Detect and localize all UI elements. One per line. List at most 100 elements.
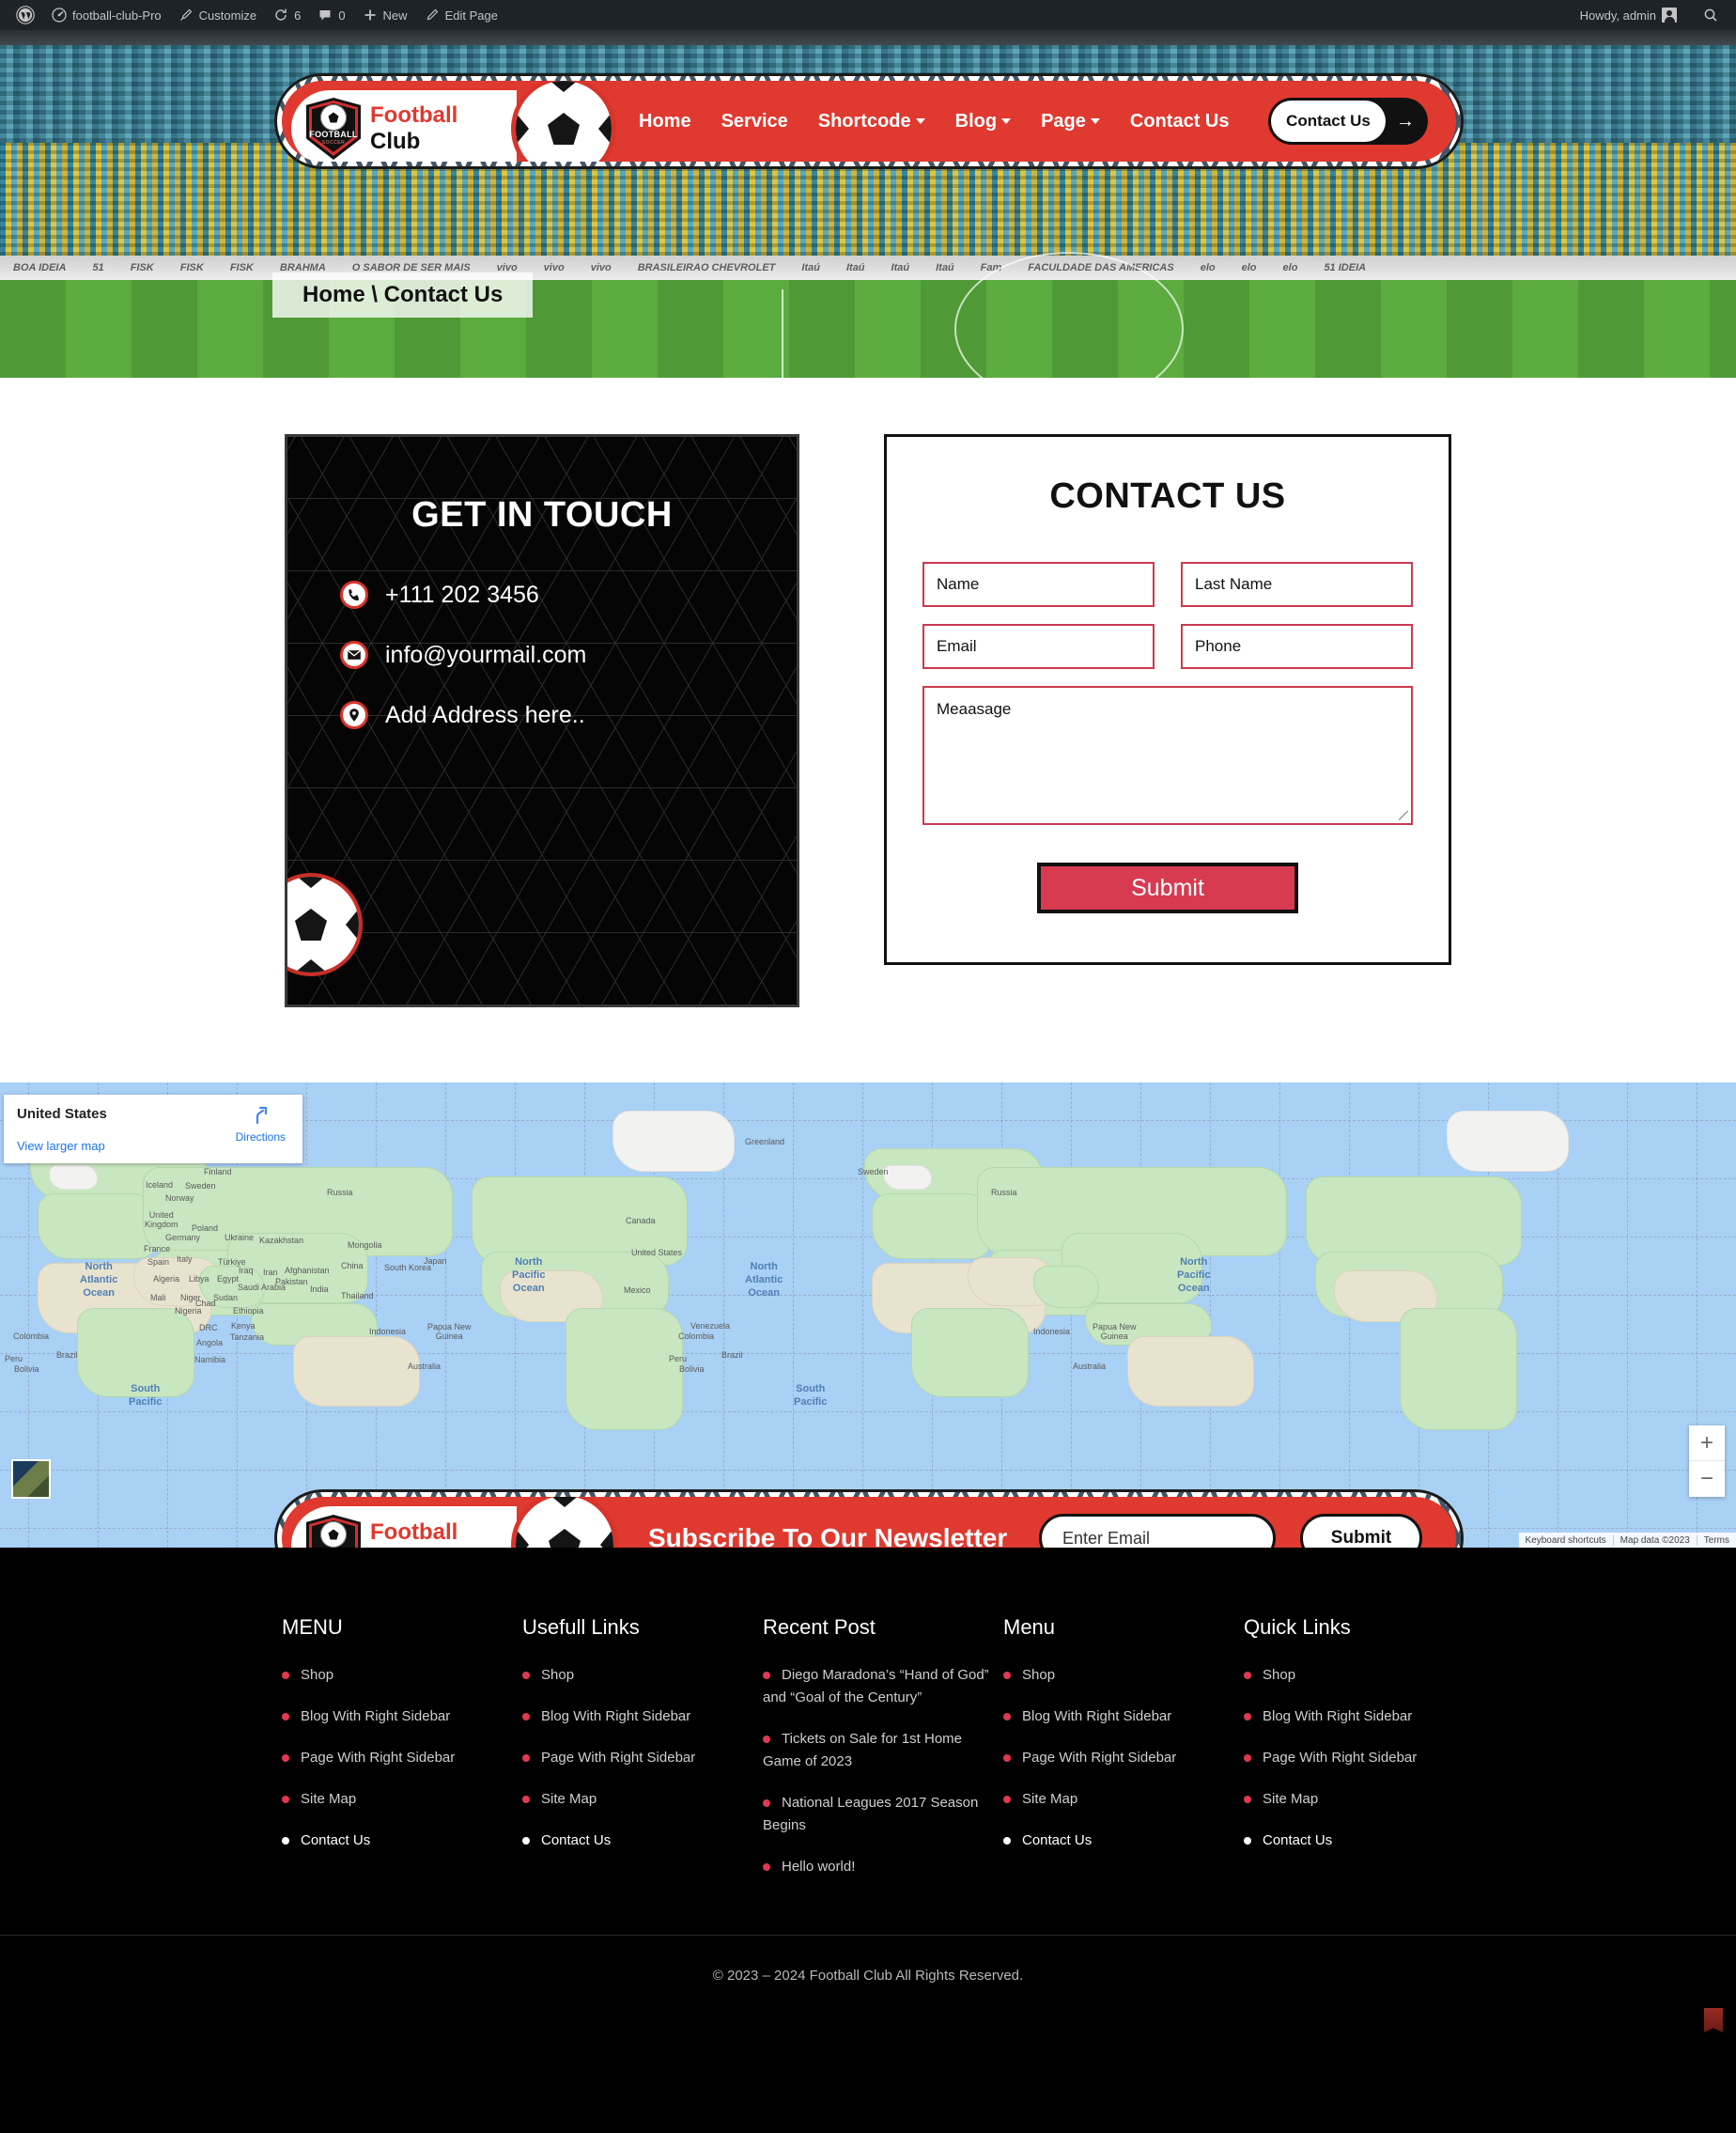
comments-menu[interactable]: 0 xyxy=(309,0,353,30)
wp-admin-bar[interactable]: football-club-Pro Customize 6 0 New Edit… xyxy=(0,0,1736,30)
location-pin-icon xyxy=(340,701,368,729)
directions-button[interactable]: Directions xyxy=(236,1104,286,1144)
map-country-label: Peru xyxy=(5,1354,23,1363)
footer-link[interactable]: National Leagues 2017 Season Begins xyxy=(763,1792,1003,1837)
footer-link[interactable]: Shop xyxy=(1003,1664,1244,1687)
updates-menu[interactable]: 6 xyxy=(265,0,309,30)
footer-link[interactable]: Page With Right Sidebar xyxy=(1003,1747,1244,1769)
footer-link[interactable]: Site Map xyxy=(1003,1788,1244,1811)
view-larger-map-link[interactable]: View larger map xyxy=(17,1139,105,1153)
search-button[interactable] xyxy=(1695,0,1727,30)
footer-column-menu: MENU Shop Blog With Right Sidebar Page With… xyxy=(282,1615,522,1897)
footer-link[interactable]: Site Map xyxy=(522,1788,763,1811)
map-landmass xyxy=(49,1165,98,1190)
footer-link-label: Contact Us xyxy=(301,1832,371,1848)
footer-link[interactable]: Diego Maradona’s “Hand of God” and “Goal… xyxy=(763,1664,1003,1709)
footer-link[interactable]: Shop xyxy=(522,1664,763,1687)
zoom-out-button[interactable]: − xyxy=(1689,1461,1725,1497)
map-country-label: Papua New Guinea xyxy=(427,1322,472,1341)
chevron-down-icon xyxy=(1090,118,1100,124)
bullet-icon xyxy=(282,1713,289,1721)
nav-item-service[interactable]: Service xyxy=(721,111,788,132)
footer-link[interactable]: Blog With Right Sidebar xyxy=(1244,1705,1484,1728)
footer-link[interactable]: Shop xyxy=(1244,1664,1484,1687)
footer-link[interactable]: Page With Right Sidebar xyxy=(1244,1747,1484,1769)
logo-line-1: Football xyxy=(370,1519,458,1546)
footer-link[interactable]: Contact Us xyxy=(1003,1829,1244,1852)
map-landmass xyxy=(566,1308,683,1430)
site-name-label: football-club-Pro xyxy=(72,8,162,23)
email-input[interactable]: Email xyxy=(922,624,1155,669)
nav-item-shortcode[interactable]: Shortcode xyxy=(818,111,925,132)
resize-handle[interactable] xyxy=(1399,811,1408,820)
footer-link[interactable]: Tickets on Sale for 1st Home Game of 202… xyxy=(763,1728,1003,1773)
site-name-menu[interactable]: football-club-Pro xyxy=(43,0,170,30)
map-country-label: DRC xyxy=(199,1323,218,1332)
submit-button[interactable]: Submit xyxy=(1037,863,1298,913)
footer-link[interactable]: Site Map xyxy=(282,1788,522,1811)
footer-link-label: Blog With Right Sidebar xyxy=(541,1708,691,1724)
nav-item-page[interactable]: Page xyxy=(1041,111,1100,132)
phone-input[interactable]: Phone xyxy=(1181,624,1413,669)
map-attribution: Keyboard shortcuts Map data ©2023 Terms xyxy=(1518,1533,1736,1548)
footer-column-quick-links: Quick Links Shop Blog With Right Sidebar Pa… xyxy=(1244,1615,1484,1897)
google-map[interactable]: Greenland Iceland Finland Sweden Norway Russi… xyxy=(0,1082,1736,1548)
map-satellite-thumbnail[interactable] xyxy=(11,1459,51,1499)
footer-link[interactable]: Blog With Right Sidebar xyxy=(282,1705,522,1728)
footer-link[interactable]: Page With Right Sidebar xyxy=(522,1747,763,1769)
footer-link[interactable]: Hello world! xyxy=(763,1856,1003,1878)
footer-link[interactable]: Contact Us xyxy=(522,1829,763,1852)
contact-detail-item[interactable]: Add Address here.. xyxy=(340,701,797,729)
footer-link[interactable]: Blog With Right Sidebar xyxy=(522,1705,763,1728)
search-icon xyxy=(1704,8,1717,22)
map-attribution-item[interactable]: Map data ©2023 xyxy=(1612,1534,1697,1546)
bullet-icon xyxy=(1003,1713,1011,1721)
wordpress-logo-menu[interactable] xyxy=(8,0,43,30)
last-name-input[interactable]: Last Name xyxy=(1181,562,1413,607)
header-contact-cta[interactable]: Contact Us → xyxy=(1268,98,1428,145)
map-attribution-item[interactable]: Terms xyxy=(1696,1534,1736,1546)
newsletter-logo[interactable]: FOOTBALL SOCCER Football Club xyxy=(291,1506,517,1548)
footer-link-label: Blog With Right Sidebar xyxy=(1263,1708,1413,1724)
contact-detail-item[interactable]: info@yourmail.com xyxy=(340,641,797,669)
footer-link[interactable]: Contact Us xyxy=(1244,1829,1484,1852)
edit-page-menu[interactable]: Edit Page xyxy=(416,0,506,30)
dashboard-icon xyxy=(52,8,67,23)
newsletter-submit-button[interactable]: Submit xyxy=(1300,1514,1422,1548)
map-country-label: Norway xyxy=(165,1193,194,1203)
bullet-icon xyxy=(1244,1837,1251,1845)
customize-label: Customize xyxy=(198,8,257,23)
first-name-input[interactable]: Name xyxy=(922,562,1155,607)
footer-link[interactable]: Contact Us xyxy=(282,1829,522,1852)
map-country-label: Brazil xyxy=(56,1350,78,1360)
crest-word: FOOTBALL xyxy=(309,130,358,139)
message-textarea[interactable]: Meaasage xyxy=(922,686,1413,825)
my-account-menu[interactable]: Howdy, admin xyxy=(1572,0,1685,30)
footer-link-list: Shop Blog With Right Sidebar Page With Rig… xyxy=(1244,1664,1484,1852)
bullet-icon xyxy=(282,1672,289,1680)
corner-soccer-ball-icon xyxy=(287,873,363,976)
map-country-label: Tanzania xyxy=(230,1332,265,1342)
map-country-label: Mexico xyxy=(624,1285,651,1295)
customize-menu[interactable]: Customize xyxy=(170,0,265,30)
bullet-icon xyxy=(1244,1713,1251,1721)
map-zoom-controls[interactable]: + − xyxy=(1689,1425,1725,1497)
map-country-label: Indonesia xyxy=(369,1327,407,1336)
edit-page-label: Edit Page xyxy=(444,8,498,23)
footer-link[interactable]: Page With Right Sidebar xyxy=(282,1747,522,1769)
newsletter-email-input[interactable]: Enter Email xyxy=(1039,1514,1276,1548)
nav-item-blog[interactable]: Blog xyxy=(955,111,1012,132)
new-content-menu[interactable]: New xyxy=(354,0,416,30)
bullet-icon xyxy=(522,1672,530,1680)
footer-link[interactable]: Blog With Right Sidebar xyxy=(1003,1705,1244,1728)
site-logo[interactable]: FOOTBALL SOCCER Football Club xyxy=(291,90,517,162)
contact-detail-item[interactable]: +111 202 3456 xyxy=(340,581,797,609)
nav-item-contact-us[interactable]: Contact Us xyxy=(1130,111,1230,132)
nav-item-home[interactable]: Home xyxy=(639,111,691,132)
footer-link[interactable]: Shop xyxy=(282,1664,522,1687)
zoom-in-button[interactable]: + xyxy=(1689,1425,1725,1461)
nav-capsule: FOOTBALL SOCCER Football Club Home Servic… xyxy=(282,81,1456,162)
footer-link-label: Shop xyxy=(541,1667,575,1683)
footer-link[interactable]: Site Map xyxy=(1244,1788,1484,1811)
map-attribution-item[interactable]: Keyboard shortcuts xyxy=(1519,1535,1613,1546)
